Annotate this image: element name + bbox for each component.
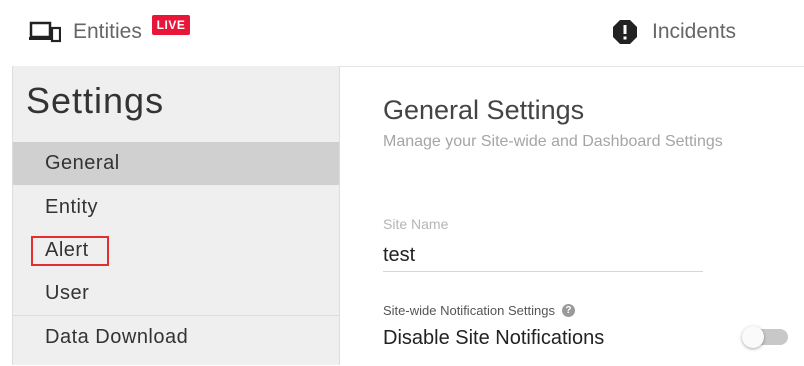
sidebar-item-label: Data Download <box>45 326 189 348</box>
page-title: General Settings <box>383 95 585 125</box>
settings-sidebar: Settings General Entity Alert User Data … <box>12 66 340 365</box>
notification-settings-text: Site-wide Notification Settings <box>383 303 555 318</box>
sidebar-item-data-download[interactable]: Data Download <box>13 316 339 359</box>
sidebar-item-label: User <box>45 282 90 304</box>
page-subtitle: Manage your Site-wide and Dashboard Sett… <box>383 133 723 150</box>
alert-highlight-box <box>31 236 109 266</box>
nav-entities-label: Entities <box>73 20 142 43</box>
sidebar-title: Settings <box>26 80 165 121</box>
sidebar-item-general[interactable]: General <box>13 142 339 185</box>
sidebar-item-user[interactable]: User <box>13 272 339 315</box>
nav-incidents-label: Incidents <box>652 20 737 43</box>
sidebar-item-label: Entity <box>45 196 99 218</box>
site-name-label: Site Name <box>383 216 449 232</box>
devices-icon <box>29 21 61 43</box>
notification-settings-label: Site-wide Notification Settings ? <box>383 303 575 318</box>
disable-notifications-toggle[interactable] <box>742 326 788 348</box>
settings-main-panel: General Settings Manage your Site-wide a… <box>340 66 804 366</box>
sidebar-item-entity[interactable]: Entity <box>13 186 339 229</box>
nav-incidents-link[interactable]: Incidents <box>612 14 736 50</box>
top-nav-bar: Entities LIVE Incidents <box>0 0 804 65</box>
help-icon[interactable]: ? <box>561 304 575 317</box>
toggle-knob[interactable] <box>742 326 764 348</box>
nav-entities-link[interactable]: Entities <box>29 14 142 50</box>
disable-notifications-label: Disable Site Notifications <box>383 327 605 349</box>
live-badge: LIVE <box>152 15 190 35</box>
site-name-input[interactable] <box>383 239 703 272</box>
alert-octagon-icon <box>613 20 637 44</box>
sidebar-item-label: General <box>45 152 120 174</box>
